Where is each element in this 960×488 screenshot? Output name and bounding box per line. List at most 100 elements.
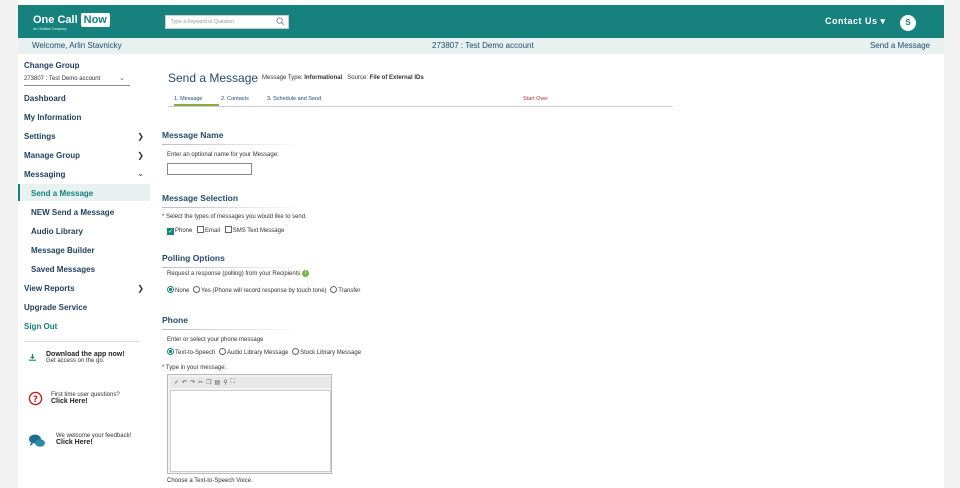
- sidebar-item-saved-messages[interactable]: Saved Messages: [31, 265, 95, 274]
- svg-text:?: ?: [33, 394, 38, 404]
- contact-us-menu[interactable]: Contact Us ▾: [825, 16, 886, 27]
- promo-feedback[interactable]: We welcome your feedback! Click Here!: [56, 433, 131, 446]
- sidebar: Change Group 273807 : Test Demo account …: [18, 57, 150, 488]
- search-icon[interactable]: [276, 17, 285, 26]
- sidebar-item-send-a-message[interactable]: Send a Message: [31, 189, 93, 198]
- stock-library-radio[interactable]: [292, 348, 300, 355]
- wizard-steps: 1. Message 2. Contacts 3. Schedule and S…: [168, 95, 673, 107]
- redo-icon[interactable]: ↷: [190, 379, 195, 386]
- welcome-text: Welcome, Arlin Stavnicky: [32, 41, 122, 50]
- step-schedule-send[interactable]: 3. Schedule and Send: [267, 96, 321, 102]
- chat-bubbles-icon: [29, 434, 45, 447]
- chevron-right-icon: ❯: [137, 284, 144, 293]
- sms-checkbox[interactable]: [224, 226, 232, 233]
- logo[interactable]: One Call Now: [33, 13, 110, 27]
- main-content: Send a Message Message Type: Information…: [162, 57, 682, 488]
- search-placeholder: Type a Keyword or Question: [171, 19, 235, 25]
- stock-library-label: Stock Library Message: [300, 350, 362, 356]
- group-select[interactable]: 273807 : Test Demo account ⌄: [24, 74, 130, 86]
- poll-none-radio[interactable]: [167, 286, 174, 293]
- change-group-label: Change Group: [24, 61, 80, 70]
- poll-transfer-radio[interactable]: [330, 286, 338, 293]
- info-icon[interactable]: i: [302, 270, 310, 277]
- sidebar-item-settings[interactable]: Settings: [24, 132, 56, 141]
- sidebar-item-message-builder[interactable]: Message Builder: [31, 246, 95, 255]
- top-nav-bar: One Call Now An Onlabor Company Type a K…: [18, 5, 944, 38]
- message-type-value: Informational: [304, 75, 343, 81]
- section-phone: Phone: [162, 315, 302, 330]
- chevron-down-icon: ⌄: [119, 75, 125, 82]
- type-message-prompt: * Type in your message:: [162, 365, 227, 371]
- section-polling-options: Polling Options: [162, 253, 302, 268]
- sidebar-item-sign-out[interactable]: Sign Out: [24, 322, 57, 331]
- step-contacts[interactable]: 2. Contacts: [221, 96, 249, 102]
- copy-icon[interactable]: ❐: [206, 379, 211, 386]
- phone-checkbox[interactable]: ✓: [167, 228, 174, 235]
- message-name-input[interactable]: [167, 163, 252, 175]
- group-select-value: 273807 : Test Demo account: [24, 76, 101, 82]
- divider: [24, 341, 140, 342]
- logo-subtitle: An Onlabor Company: [33, 27, 67, 31]
- source-value: File of External IDs: [369, 75, 424, 81]
- promo-faq[interactable]: First time user questions? Click Here!: [51, 392, 120, 405]
- sidebar-item-upgrade-service[interactable]: Upgrade Service: [24, 303, 87, 312]
- phone-source-radios: Text-to-Speech Audio Library Message Sto…: [167, 348, 361, 356]
- promo-app[interactable]: Download the app now! Get access on the …: [46, 351, 125, 364]
- message-textarea[interactable]: [170, 390, 331, 472]
- chevron-right-icon: ❯: [137, 132, 144, 141]
- tts-radio[interactable]: [167, 348, 174, 355]
- poll-yes-radio[interactable]: [193, 286, 201, 293]
- app-frame: One Call Now An Onlabor Company Type a K…: [18, 0, 944, 488]
- email-label: Email: [205, 228, 221, 234]
- cut-icon[interactable]: ✂: [198, 379, 203, 386]
- spellcheck-icon[interactable]: ✓: [174, 379, 179, 386]
- account-bar: Welcome, Arlin Stavnicky 273807 : Test D…: [18, 38, 944, 54]
- email-checkbox[interactable]: [197, 226, 205, 233]
- selection-prompt: * Select the types of messages you would…: [162, 214, 307, 220]
- start-over-link[interactable]: Start Over: [523, 96, 548, 102]
- phone-prompt: Enter or select your phone message: [167, 337, 264, 343]
- undo-icon[interactable]: ↶: [182, 379, 187, 386]
- poll-none-label: None: [175, 288, 190, 294]
- poll-transfer-label: Transfer: [338, 288, 361, 294]
- message-editor: ✓ ↶ ↷ ✂ ❐ ▤ ⚲ ⛶: [167, 374, 332, 474]
- audio-library-label: Audio Library Message: [227, 350, 289, 356]
- promo-faq-link[interactable]: Click Here!: [51, 398, 88, 405]
- message-type-label: Message Type:: [262, 75, 303, 81]
- phone-label: Phone: [175, 228, 193, 234]
- sidebar-item-dashboard[interactable]: Dashboard: [24, 94, 66, 103]
- section-message-selection: Message Selection: [162, 193, 302, 208]
- download-icon: [28, 353, 37, 361]
- poll-yes-label: Yes (Phone will record response by touch…: [201, 288, 327, 294]
- search-input[interactable]: Type a Keyword or Question: [165, 15, 289, 29]
- chevron-right-icon: ❯: [137, 151, 144, 160]
- tts-label: Text-to-Speech: [175, 350, 216, 356]
- message-type-checkboxes: ✓ Phone Email SMS Text Message: [167, 226, 284, 235]
- promo-app-sub: Get access on the go.: [46, 358, 105, 364]
- name-prompt: Enter an optional name for your Message:: [167, 152, 279, 158]
- polling-prompt: Request a response (polling) from your R…: [167, 270, 310, 277]
- audio-library-radio[interactable]: [219, 348, 227, 355]
- voice-prompt: Choose a Text-to-Speech Voice.: [167, 478, 253, 484]
- section-message-name: Message Name: [162, 130, 302, 145]
- sms-label: SMS Text Message: [232, 228, 285, 234]
- account-name: 273807 : Test Demo account: [432, 41, 534, 50]
- sidebar-item-manage-group[interactable]: Manage Group: [24, 151, 80, 160]
- fullscreen-icon[interactable]: ⛶: [231, 379, 235, 386]
- find-icon[interactable]: ⚲: [223, 379, 227, 386]
- promo-app-title: Download the app now!: [46, 351, 125, 358]
- avatar[interactable]: S: [900, 15, 916, 31]
- sidebar-item-new-send-a-message[interactable]: NEW Send a Message: [31, 208, 114, 217]
- sidebar-item-audio-library[interactable]: Audio Library: [31, 227, 83, 236]
- promo-feedback-link[interactable]: Click Here!: [56, 439, 93, 446]
- logo-text: One Call: [33, 14, 78, 26]
- chevron-down-icon: ⌄: [137, 169, 144, 178]
- step-message[interactable]: 1. Message: [174, 96, 219, 106]
- source-label: Source:: [347, 75, 368, 81]
- question-icon: ?: [28, 391, 43, 406]
- sidebar-item-messaging[interactable]: Messaging: [24, 170, 65, 179]
- sidebar-item-my-information[interactable]: My Information: [24, 113, 81, 122]
- paste-icon[interactable]: ▤: [215, 379, 221, 386]
- sidebar-item-view-reports[interactable]: View Reports: [24, 284, 75, 293]
- editor-toolbar: ✓ ↶ ↷ ✂ ❐ ▤ ⚲ ⛶: [170, 377, 331, 388]
